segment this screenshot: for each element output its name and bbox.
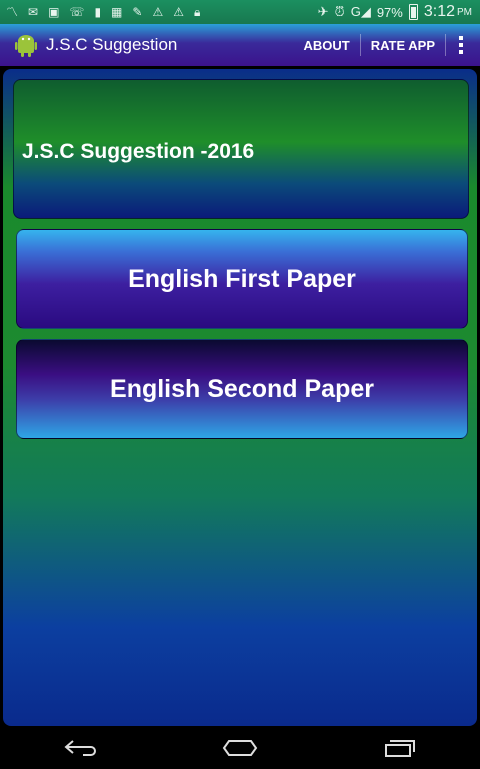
mail-icon: ✉ xyxy=(28,5,39,19)
english-first-paper-button[interactable]: English First Paper xyxy=(16,229,468,329)
header-card: J.S.C Suggestion -2016 xyxy=(13,79,469,219)
rate-app-button[interactable]: RATE APP xyxy=(361,24,445,66)
overflow-menu-icon[interactable] xyxy=(446,24,476,66)
main-panel: J.S.C Suggestion -2016 English First Pap… xyxy=(3,69,477,726)
battery-percent: 97% xyxy=(376,4,403,20)
warning-icon: ⚠ xyxy=(152,5,164,19)
app-icon: ▦ xyxy=(111,5,123,19)
about-button[interactable]: ABOUT xyxy=(293,24,359,66)
clock-time: 3:12 xyxy=(423,3,455,20)
battery-charge-icon: ▮ xyxy=(94,5,102,19)
satellite-icon: ✈ xyxy=(317,4,329,19)
notification-icons: 〽 ✉ ▣ ☏ ▮ ▦ ✎ ⚠ ⚠ 🔒︎ xyxy=(0,6,200,18)
action-bar: J.S.C Suggestion ABOUT RATE APP xyxy=(0,24,480,66)
signal-icon: 〽 xyxy=(6,5,19,19)
content-area: J.S.C Suggestion -2016 English First Pap… xyxy=(0,66,480,727)
warning-icon: ⚠ xyxy=(173,5,184,19)
tag-icon: ✎ xyxy=(132,5,143,19)
image-icon: ▣ xyxy=(48,5,60,19)
recent-apps-icon[interactable] xyxy=(370,727,430,769)
clock-suffix: PM xyxy=(457,6,472,18)
network-icon: G◢ xyxy=(350,4,371,19)
android-app-icon xyxy=(14,33,38,57)
phone-icon: ☏ xyxy=(69,5,85,19)
battery-icon xyxy=(408,4,418,20)
lock-icon: 🔒︎ xyxy=(193,5,201,19)
alarm-icon: ⏰︎ xyxy=(334,4,345,19)
english-second-paper-button[interactable]: English Second Paper xyxy=(16,339,468,439)
status-bar: 〽 ✉ ▣ ☏ ▮ ▦ ✎ ⚠ ⚠ 🔒︎ ✈ ⏰︎ G◢ 97% 3:12 PM xyxy=(0,0,480,24)
home-icon[interactable] xyxy=(210,727,270,769)
back-icon[interactable] xyxy=(50,727,110,769)
page-title: J.S.C Suggestion -2016 xyxy=(22,140,255,163)
app-title: J.S.C Suggestion xyxy=(46,35,178,54)
navigation-bar xyxy=(0,727,480,769)
